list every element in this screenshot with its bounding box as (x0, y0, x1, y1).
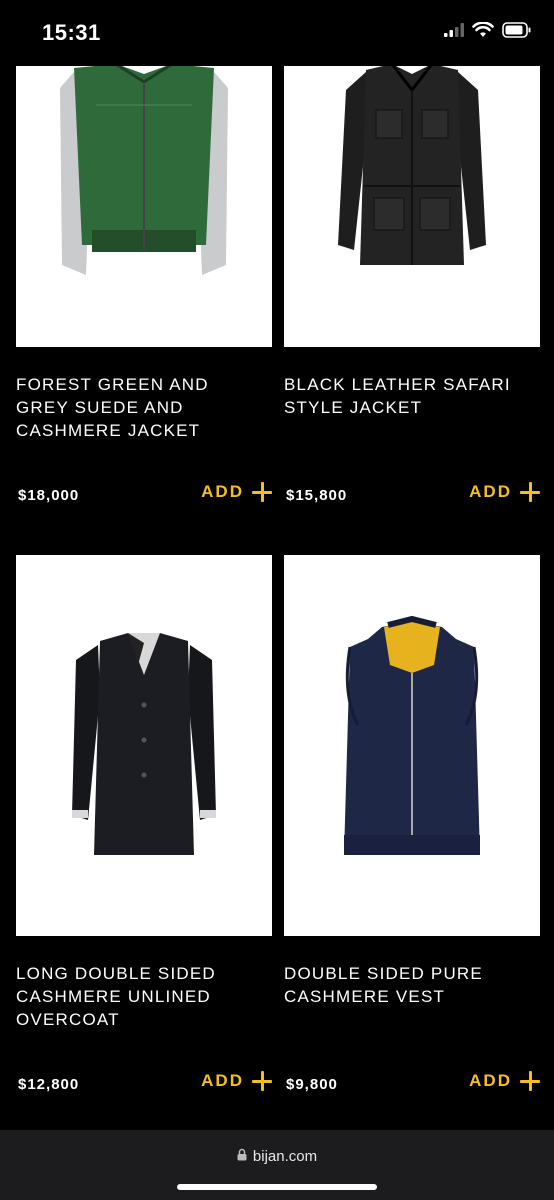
wifi-icon (472, 21, 494, 43)
home-indicator[interactable] (177, 1184, 377, 1190)
add-to-cart-button[interactable]: ADD (469, 1071, 540, 1091)
product-image[interactable] (284, 60, 540, 347)
product-name[interactable]: LONG DOUBLE SIDED CASHMERE UNLINED OVERC… (16, 962, 266, 1031)
add-label: ADD (201, 1071, 244, 1090)
product-price: $12,800 (18, 1076, 80, 1093)
add-label: ADD (469, 1071, 512, 1090)
product-price: $15,800 (286, 487, 348, 504)
product-image[interactable] (16, 555, 272, 936)
add-label: ADD (469, 482, 512, 501)
cashmere-vest-image (344, 615, 480, 855)
status-icons (444, 21, 532, 43)
plus-icon (520, 482, 540, 502)
black-leather-jacket-image (338, 63, 486, 265)
product-name[interactable]: FOREST GREEN AND GREY SUEDE AND CASHMERE… (16, 373, 266, 442)
battery-icon (502, 22, 532, 43)
product-image[interactable] (16, 60, 272, 347)
product-price: $18,000 (18, 487, 80, 504)
plus-icon (252, 482, 272, 502)
plus-icon (520, 1071, 540, 1091)
add-label: ADD (201, 482, 244, 501)
green-suede-jacket-image (60, 62, 228, 275)
lock-icon (237, 1148, 247, 1165)
product-price: $9,800 (286, 1076, 338, 1093)
product-image[interactable] (284, 555, 540, 936)
add-to-cart-button[interactable]: ADD (469, 482, 540, 502)
add-to-cart-button[interactable]: ADD (201, 482, 272, 502)
url-display[interactable]: bijan.com (0, 1148, 554, 1165)
url-text: bijan.com (252, 1148, 318, 1165)
plus-icon (252, 1071, 272, 1091)
cashmere-overcoat-image (72, 633, 216, 855)
status-time: 15:31 (42, 20, 101, 45)
browser-address-bar[interactable]: bijan.com (0, 1130, 554, 1200)
status-bar: 15:31 (0, 0, 554, 66)
product-name[interactable]: DOUBLE SIDED PURE CASHMERE VEST (284, 962, 534, 1008)
signal-icon (444, 23, 464, 42)
product-name[interactable]: BLACK LEATHER SAFARI STYLE JACKET (284, 373, 534, 419)
add-to-cart-button[interactable]: ADD (201, 1071, 272, 1091)
